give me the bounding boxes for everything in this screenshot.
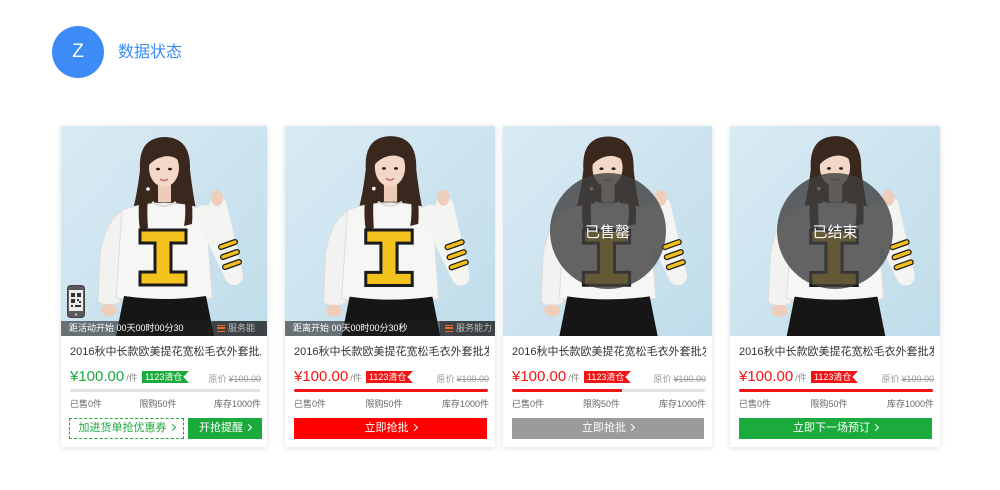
original-price: 原价 ¥100.00 bbox=[653, 373, 706, 385]
chevron-right-icon bbox=[244, 423, 253, 432]
sales-progress-bar bbox=[739, 389, 933, 392]
button-label: 开抢提醒 bbox=[199, 422, 243, 434]
stock-stats: 已售0件 限购50件 库存1000件 bbox=[70, 398, 261, 410]
sales-progress-bar bbox=[512, 389, 705, 392]
stock-count: 库存1000件 bbox=[441, 399, 489, 409]
clearance-badge: 1123清仓 bbox=[811, 371, 858, 383]
stock-stats: 已售0件 限购50件 库存1000件 bbox=[512, 398, 706, 410]
product-image[interactable]: 已结束 bbox=[730, 126, 940, 336]
sales-progress-bar bbox=[70, 389, 260, 392]
product-card-active: 距离开始 00天00时00分30秒 服务能力 2016秋中长款欧美提花宽松毛衣外… bbox=[285, 126, 495, 447]
phone-qr-icon[interactable] bbox=[67, 285, 85, 318]
original-price: 原价 ¥100.00 bbox=[436, 373, 489, 385]
service-ability[interactable]: 服务能力 bbox=[440, 321, 495, 336]
product-title[interactable]: 2016秋中长款欧美提花宽松毛衣外套批发 bbox=[739, 345, 934, 359]
ended-overlay: 已结束 bbox=[777, 173, 893, 289]
purchase-limit: 限购50件 bbox=[139, 399, 177, 409]
clearance-badge: 1123清仓 bbox=[366, 371, 413, 383]
price-row: ¥100.00/件 bbox=[294, 368, 362, 387]
product-card-upcoming: 距活动开始 00天00时00分30 服务能 2016秋中长款欧美提花宽松毛衣外套… bbox=[61, 126, 267, 447]
price: ¥100.00 bbox=[294, 368, 349, 385]
sold-count: 已售0件 bbox=[512, 399, 545, 409]
stock-stats: 已售0件 限购50件 库存1000件 bbox=[294, 398, 489, 410]
sold-count: 已售0件 bbox=[294, 399, 327, 409]
buy-now-button[interactable]: 立即抢批 bbox=[294, 418, 487, 439]
button-label: 加进货单抢优惠券 bbox=[78, 422, 167, 434]
price-unit: /件 bbox=[126, 373, 138, 383]
product-photo bbox=[285, 126, 495, 336]
stock-stats: 已售0件 限购50件 库存1000件 bbox=[739, 398, 934, 410]
price-row: ¥100.00/件 bbox=[70, 368, 138, 387]
price-unit: /件 bbox=[568, 373, 580, 383]
stock-count: 库存1000件 bbox=[658, 399, 706, 409]
price: ¥100.00 bbox=[739, 368, 794, 385]
original-price-value: ¥100.00 bbox=[901, 374, 934, 384]
product-image[interactable]: 已售罄 bbox=[503, 126, 712, 336]
button-label: 立即抢批 bbox=[364, 422, 409, 434]
original-price: 原价 ¥100.00 bbox=[208, 373, 261, 385]
original-price-label: 原价 bbox=[881, 374, 900, 384]
add-to-cart-coupon-button[interactable]: 加进货单抢优惠券 bbox=[69, 418, 184, 439]
sold-count: 已售0件 bbox=[739, 399, 772, 409]
product-card-ended: 已结束 2016秋中长款欧美提花宽松毛衣外套批发 ¥100.00/件 1123清… bbox=[730, 126, 940, 447]
chevron-right-icon bbox=[410, 423, 418, 432]
button-label: 立即抢批 bbox=[582, 422, 626, 434]
price-unit: /件 bbox=[795, 373, 807, 383]
price: ¥100.00 bbox=[512, 368, 567, 385]
sales-progress-bar bbox=[294, 389, 488, 392]
clearance-badge: 1123清仓 bbox=[142, 371, 189, 383]
price-row: ¥100.00/件 bbox=[512, 368, 580, 387]
purchase-limit: 限购50件 bbox=[365, 399, 403, 409]
buy-now-button-disabled[interactable]: 立即抢批 bbox=[512, 418, 704, 439]
section-title: 数据状态 bbox=[118, 44, 183, 61]
original-price-value: ¥100.00 bbox=[456, 374, 489, 384]
price-unit: /件 bbox=[350, 373, 362, 383]
purchase-limit: 限购50件 bbox=[810, 399, 848, 409]
original-price: 原价 ¥100.00 bbox=[881, 373, 934, 385]
countdown-bar: 距活动开始 00天00时00分30 服务能 bbox=[61, 321, 267, 336]
countdown-text: 距离开始 00天00时00分30秒 bbox=[293, 323, 408, 333]
original-price-value: ¥100.00 bbox=[673, 374, 706, 384]
sold-count: 已售0件 bbox=[70, 399, 103, 409]
sales-progress-fill bbox=[739, 389, 933, 392]
product-title[interactable]: 2016秋中长款欧美提花宽松毛衣外套批发 bbox=[294, 345, 489, 359]
countdown-bar: 距离开始 00天00时00分30秒 服务能力 bbox=[285, 321, 495, 336]
original-price-label: 原价 bbox=[208, 374, 227, 384]
purchase-limit: 限购50件 bbox=[582, 399, 620, 409]
stock-count: 库存1000件 bbox=[213, 399, 261, 409]
original-price-label: 原价 bbox=[436, 374, 455, 384]
sales-progress-fill bbox=[294, 389, 488, 392]
product-image[interactable]: 距离开始 00天00时00分30秒 服务能力 bbox=[285, 126, 495, 336]
product-title[interactable]: 2016秋中长款欧美提花宽松毛衣外套批发 bbox=[70, 345, 261, 359]
chevron-right-icon bbox=[168, 423, 176, 432]
start-reminder-button[interactable]: 开抢提醒 bbox=[188, 418, 262, 439]
price: ¥100.00 bbox=[70, 368, 125, 385]
chevron-right-icon bbox=[871, 423, 880, 432]
section-badge: Z bbox=[52, 26, 104, 78]
product-photo bbox=[61, 126, 267, 336]
book-next-session-button[interactable]: 立即下一场预订 bbox=[739, 418, 932, 439]
service-icon bbox=[217, 325, 225, 332]
chevron-right-icon bbox=[627, 423, 636, 432]
price-row: ¥100.00/件 bbox=[739, 368, 807, 387]
clearance-badge: 1123清仓 bbox=[584, 371, 631, 383]
product-card-sold-out: 已售罄 2016秋中长款欧美提花宽松毛衣外套批发 ¥100.00/件 1123清… bbox=[503, 126, 712, 447]
product-image[interactable]: 距活动开始 00天00时00分30 服务能 bbox=[61, 126, 267, 336]
original-price-value: ¥100.00 bbox=[228, 374, 261, 384]
sold-out-overlay: 已售罄 bbox=[549, 173, 666, 289]
service-label: 服务能力 bbox=[456, 323, 493, 333]
stock-count: 库存1000件 bbox=[886, 399, 934, 409]
countdown-text: 距活动开始 00天00时00分30 bbox=[69, 323, 184, 333]
service-label: 服务能 bbox=[228, 323, 256, 333]
original-price-label: 原价 bbox=[653, 374, 672, 384]
button-label: 立即下一场预订 bbox=[793, 422, 870, 434]
product-title[interactable]: 2016秋中长款欧美提花宽松毛衣外套批发 bbox=[512, 345, 706, 359]
service-ability[interactable]: 服务能 bbox=[212, 321, 267, 336]
sales-progress-fill bbox=[512, 389, 622, 392]
service-icon bbox=[445, 325, 453, 332]
